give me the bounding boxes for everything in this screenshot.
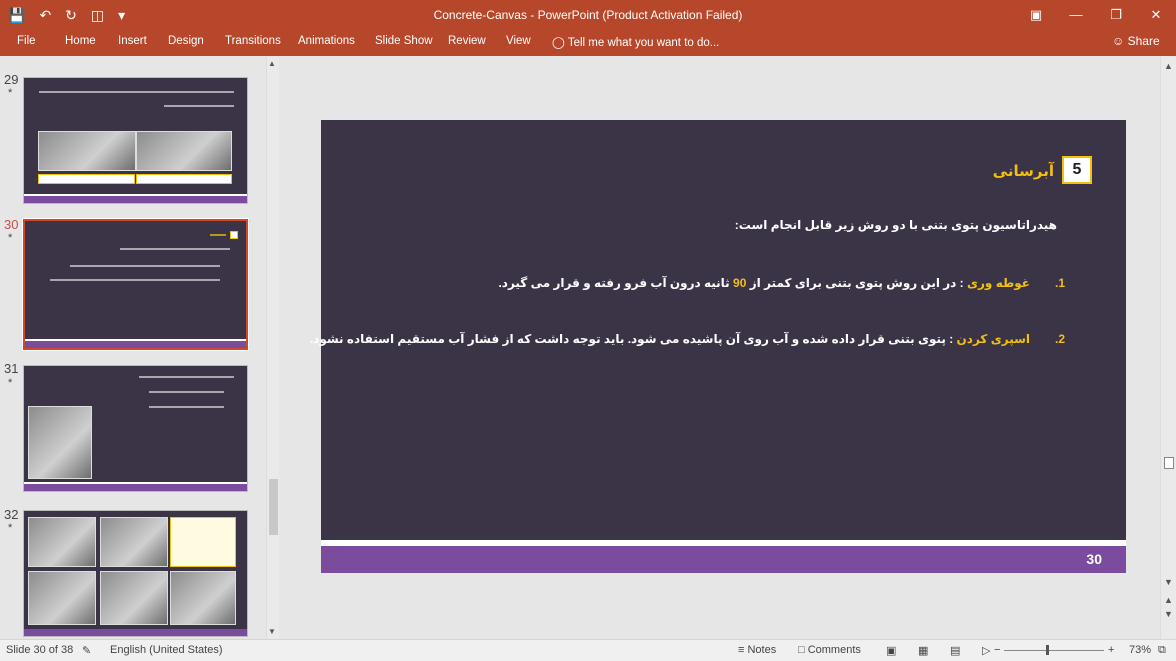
- slide-sorter-icon[interactable]: ▦: [918, 644, 928, 657]
- thumbnail-image: [28, 517, 96, 567]
- slide-thumbnail-32[interactable]: [23, 510, 248, 637]
- slideshow-icon[interactable]: ▷: [982, 644, 990, 657]
- thumbnail-star: *: [8, 232, 13, 244]
- thumbnail-number: 29: [4, 72, 19, 87]
- list-keyword: غوطه وری: [967, 276, 1030, 290]
- spell-check-icon[interactable]: ✎: [82, 644, 91, 657]
- zoom-slider-knob[interactable]: [1046, 645, 1049, 655]
- thumbnail-star: *: [8, 377, 13, 389]
- thumbnail-image: [100, 571, 168, 625]
- scroll-thumb[interactable]: [1164, 457, 1174, 469]
- close-icon[interactable]: ✕: [1136, 0, 1176, 30]
- list-text: ثانیه درون آب فرو رفته و قرار می گیرد.: [498, 276, 734, 290]
- slide-thumbnail-pane: 29 * 30 * 31 * 32 *: [0, 57, 283, 639]
- tab-animations[interactable]: Animations: [298, 35, 355, 47]
- reading-view-icon[interactable]: ▤: [950, 644, 960, 657]
- title-bar: 💾 ↶ ↻ ◫ ▾ Concrete-Canvas - PowerPoint (…: [0, 0, 1176, 30]
- ribbon-tabs: File Home Insert Design Transitions Anim…: [0, 30, 1176, 56]
- list-number: 2.: [1054, 332, 1065, 346]
- tab-file[interactable]: File: [17, 35, 36, 47]
- list-highlight: 90: [733, 276, 747, 290]
- list-item: 2. اسپری کردن : پتوی بتنی قرار داده شده …: [309, 332, 1065, 346]
- slide-page-number: 30: [1086, 551, 1102, 567]
- window-title: Concrete-Canvas - PowerPoint (Product Ac…: [433, 8, 743, 22]
- notes-button[interactable]: ≡ Notes: [738, 644, 776, 656]
- normal-view-icon[interactable]: ▣: [886, 644, 896, 657]
- restore-icon[interactable]: ❐: [1096, 0, 1136, 30]
- thumbnail-image: [28, 571, 96, 625]
- tab-design[interactable]: Design: [168, 35, 204, 47]
- thumbnail-image: [100, 517, 168, 567]
- tab-transitions[interactable]: Transitions: [225, 35, 281, 47]
- ribbon-display-icon[interactable]: ▣: [1016, 0, 1056, 30]
- slide-intro: هیدراتاسیون پتوی بتنی با دو روش زیر قابل…: [734, 218, 1057, 232]
- zoom-out-icon[interactable]: −: [994, 644, 1000, 656]
- comment-icon: □: [798, 644, 808, 656]
- thumbnail-image: [136, 131, 232, 171]
- minimize-icon[interactable]: —: [1056, 0, 1096, 30]
- tab-home[interactable]: Home: [65, 35, 96, 47]
- thumbnail-image: [170, 571, 236, 625]
- share-button[interactable]: ☺ Share: [1112, 34, 1160, 48]
- zoom-level[interactable]: 73%: [1129, 644, 1151, 656]
- slide-editor: 5 آبرسانی هیدراتاسیون پتوی بتنی با دو رو…: [284, 57, 1159, 639]
- thumbnail-number: 32: [4, 507, 19, 522]
- list-text: : پتوی بتنی قرار داده شده و آب روی آن پا…: [309, 332, 957, 346]
- tell-me-search[interactable]: ◯ Tell me what you want to do...: [552, 35, 719, 49]
- zoom-in-icon[interactable]: +: [1108, 644, 1114, 656]
- slide-thumbnail-29[interactable]: [23, 77, 248, 204]
- language-indicator[interactable]: English (United States): [110, 644, 223, 656]
- footer-bar: [321, 546, 1126, 573]
- slide-count: Slide 30 of 38: [6, 644, 74, 656]
- list-item: 1. غوطه وری : در این روش پتوی بتنی برای …: [498, 276, 1065, 290]
- zoom-slider[interactable]: [1004, 650, 1104, 651]
- editor-scrollbar[interactable]: ▲ ▼ ▲ ▼: [1160, 57, 1176, 639]
- fit-to-window-icon[interactable]: ⧉: [1158, 644, 1166, 657]
- scroll-up-icon[interactable]: ▲: [268, 59, 276, 68]
- scroll-up-icon[interactable]: ▲: [1164, 61, 1173, 71]
- scroll-down-icon[interactable]: ▼: [1164, 577, 1173, 587]
- list-keyword: اسپری کردن: [956, 332, 1030, 346]
- thumbnail-scrollbar[interactable]: ▲ ▼: [266, 57, 279, 639]
- scroll-thumb[interactable]: [269, 479, 278, 535]
- scroll-down-icon[interactable]: ▼: [268, 627, 276, 636]
- thumbnail-image: [28, 406, 92, 479]
- tab-slide-show[interactable]: Slide Show: [375, 35, 433, 47]
- list-text: : در این روش پتوی بتنی برای کمتر از: [746, 276, 967, 290]
- thumbnail-image: [38, 131, 136, 171]
- tab-view[interactable]: View: [506, 35, 531, 47]
- person-icon: ☺: [1112, 34, 1128, 48]
- slide-thumbnail-31[interactable]: [23, 365, 248, 492]
- tab-review[interactable]: Review: [448, 35, 486, 47]
- thumbnail-star: *: [8, 522, 13, 534]
- thumbnail-number: 30: [4, 217, 19, 232]
- list-number: 1.: [1054, 276, 1065, 290]
- next-slide-icon[interactable]: ▼: [1164, 609, 1173, 619]
- slide-canvas[interactable]: 5 آبرسانی هیدراتاسیون پتوی بتنی با دو رو…: [310, 120, 1126, 573]
- thumbnail-star: *: [8, 87, 13, 99]
- previous-slide-icon[interactable]: ▲: [1164, 595, 1173, 605]
- thumbnail-number: 31: [4, 361, 19, 376]
- lightbulb-icon: ◯: [552, 37, 568, 49]
- tab-insert[interactable]: Insert: [118, 35, 147, 47]
- section-number-box: 5: [1062, 156, 1092, 184]
- comments-button[interactable]: □ Comments: [798, 644, 861, 656]
- slide-thumbnail-30[interactable]: [22, 218, 249, 351]
- slide-heading: آبرسانی: [992, 163, 1054, 180]
- window-buttons: ▣ — ❐ ✕: [1016, 0, 1176, 30]
- status-bar: Slide 30 of 38 ✎ English (United States)…: [0, 639, 1176, 661]
